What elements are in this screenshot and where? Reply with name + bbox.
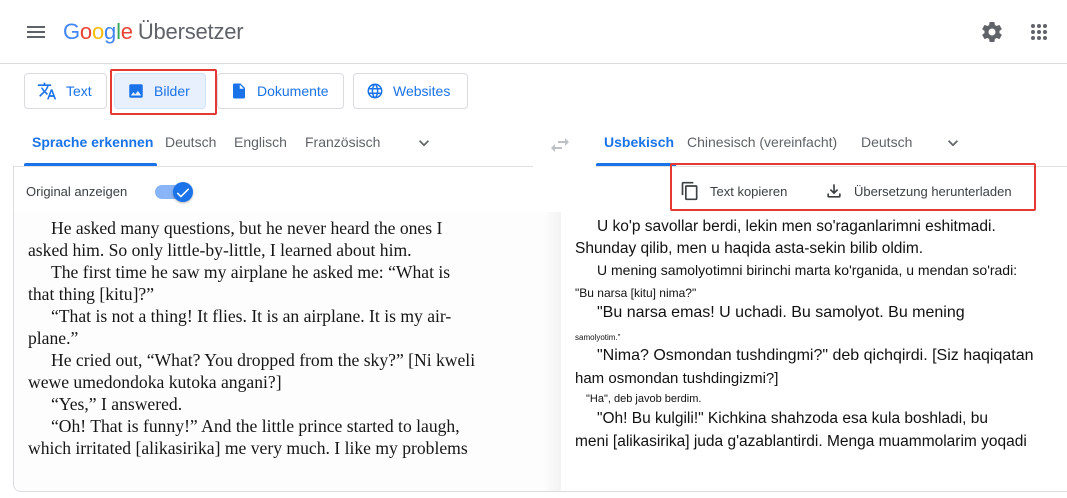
download-translation-button[interactable]: Übersetzung herunterladen: [824, 178, 1012, 204]
logo-letter: o: [91, 19, 105, 44]
globe-icon: [367, 83, 383, 99]
translated-text-line: meni [alikasirika] juda g'azablantirdi. …: [575, 433, 1027, 450]
original-text-line: wewe umedondoka kutoka angani?]: [28, 372, 282, 392]
source-lang-detect[interactable]: Sprache erkennen: [32, 134, 153, 150]
logo-letter: e: [120, 19, 133, 44]
translated-text-line: samolyotim.": [575, 333, 621, 342]
page-fold-shadow: [544, 212, 561, 491]
translated-text-line: "Bu narsa emas! U uchadi. Bu samolyot. B…: [597, 304, 965, 321]
swap-languages-icon[interactable]: [548, 133, 572, 157]
chevron-down-icon[interactable]: [943, 133, 963, 153]
source-lang-german[interactable]: Deutsch: [165, 134, 216, 150]
tab-documents[interactable]: Dokumente: [217, 73, 344, 109]
product-name: Übersetzer: [137, 19, 244, 44]
show-original-label: Original anzeigen: [26, 184, 128, 199]
chevron-down-icon[interactable]: [414, 133, 434, 153]
source-language-bar: Sprache erkennen Deutsch Englisch Franzö…: [0, 120, 548, 166]
target-language-bar: Usbekisch Chinesisch (vereinfacht) Deuts…: [580, 120, 1067, 166]
tab-websites[interactable]: Websites: [353, 73, 468, 109]
toggle-knob: [173, 182, 193, 202]
translated-image: U ko'p savollar berdi, lekin men so'raga…: [561, 212, 1067, 491]
original-text-line: that thing [kitu]?”: [28, 284, 155, 304]
tab-documents-label: Dokumente: [257, 83, 329, 99]
source-lang-french[interactable]: Französisch: [305, 134, 380, 150]
original-text-line: “Oh! That is funny!” And the little prin…: [51, 416, 460, 436]
logo-letter: G: [63, 19, 80, 44]
translated-text-line: "Oh! Bu kulgili!" Kichkina shahzoda esa …: [597, 410, 988, 427]
original-text-line: plane.”: [28, 328, 79, 348]
translated-text-line: "Ha", deb javob berdim.: [586, 393, 702, 405]
show-original-toggle[interactable]: [155, 180, 193, 204]
original-text-line: The first time he saw my airplane he ask…: [51, 262, 451, 282]
target-lang-uzbek[interactable]: Usbekisch: [604, 134, 674, 150]
tab-images[interactable]: Bilder: [114, 73, 206, 109]
original-text-line: “That is not a thing! It flies. It is an…: [51, 306, 452, 326]
translated-text-line: ham osmondan tushdingizmi?]: [575, 370, 779, 387]
check-icon: [176, 188, 190, 198]
target-lang-chinese[interactable]: Chinesisch (vereinfacht): [687, 134, 837, 150]
original-text-line: “Yes,” I answered.: [51, 394, 183, 414]
original-text-line: He asked many questions, but he never he…: [51, 218, 443, 238]
hamburger-menu-icon[interactable]: [24, 20, 48, 44]
tab-websites-label: Websites: [393, 83, 451, 99]
download-icon: [827, 184, 841, 198]
original-text-line: which irritated [alikasirika] me very mu…: [28, 438, 468, 458]
logo-letter: g: [104, 19, 117, 44]
translate-icon: [37, 82, 57, 100]
app-logo[interactable]: Google Übersetzer: [63, 16, 244, 48]
tab-images-label: Bilder: [154, 83, 190, 99]
tab-text-label: Text: [66, 83, 92, 99]
source-lang-english[interactable]: Englisch: [234, 134, 287, 150]
download-translation-label: Übersetzung herunterladen: [854, 183, 1012, 199]
logo-letter: o: [79, 19, 92, 44]
original-text-line: He cried out, “What? You dropped from th…: [51, 350, 476, 370]
translated-text-line: "Nima? Osmondan tushdingmi?" deb qichqir…: [597, 347, 1034, 364]
image-icon: [129, 84, 143, 98]
translated-text-line: U mening samolyotimni birinchi marta ko'…: [597, 262, 1018, 278]
tab-text[interactable]: Text: [24, 73, 107, 109]
gear-icon[interactable]: [980, 20, 1004, 44]
translated-text-line: Shunday qilib, men u haqida asta-sekin b…: [575, 240, 924, 257]
translated-text-line: U ko'p savollar berdi, lekin men so'raga…: [597, 218, 996, 235]
app-header: Google Übersetzer: [0, 0, 1067, 64]
target-panel: Text kopieren Übersetzung herunterladen …: [561, 166, 1067, 492]
apps-grid-icon[interactable]: [1027, 20, 1051, 44]
copy-text-label: Text kopieren: [710, 183, 788, 199]
document-icon: [233, 83, 245, 99]
original-text-line: asked him. So only little-by-little, I l…: [28, 240, 412, 260]
original-image: He asked many questions, but he never he…: [14, 212, 561, 491]
copy-text-button[interactable]: Text kopieren: [680, 178, 787, 204]
copy-icon: [681, 181, 698, 201]
target-lang-german[interactable]: Deutsch: [861, 134, 912, 150]
translated-text-line: "Bu narsa [kitu] nima?": [575, 286, 697, 300]
source-panel: Original anzeigen He asked many question…: [13, 166, 561, 492]
